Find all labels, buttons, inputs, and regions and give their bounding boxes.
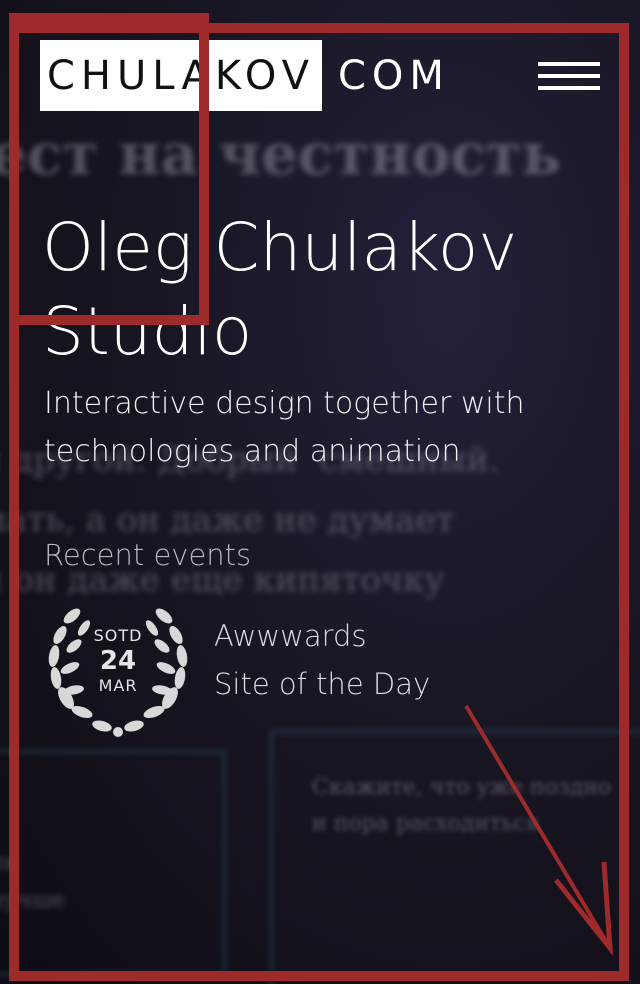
recent-events-label: Recent events bbox=[44, 538, 252, 572]
award-badge-text: SOTD 24 MAR bbox=[44, 626, 192, 696]
award-name-line2: Site of the Day bbox=[214, 667, 431, 701]
badge-day-text: 24 bbox=[99, 646, 137, 676]
hamburger-icon bbox=[538, 62, 600, 66]
logo-domain-text: COM bbox=[338, 53, 450, 99]
award-name-line1: Awwwards bbox=[214, 619, 367, 653]
hamburger-icon-line bbox=[538, 86, 600, 90]
hamburger-icon-line bbox=[538, 74, 600, 78]
award-badge[interactable]: SOTD 24 MAR bbox=[44, 598, 192, 740]
logo-text: CHULAKOV bbox=[46, 52, 316, 99]
menu-button[interactable] bbox=[538, 62, 600, 90]
award-name[interactable]: Awwwards Site of the Day bbox=[214, 612, 430, 708]
badge-month-text: MAR bbox=[98, 676, 138, 695]
page-subtitle: Interactive design together with technol… bbox=[44, 386, 525, 469]
badge-sotd-text: SOTD bbox=[93, 626, 143, 645]
page-title: Oleg Chulakov Studio bbox=[42, 209, 518, 370]
background-screenshot: ест на честность я другой. Добрый смешны… bbox=[0, 0, 640, 984]
logo-chulakov[interactable]: CHULAKOV bbox=[40, 40, 322, 111]
